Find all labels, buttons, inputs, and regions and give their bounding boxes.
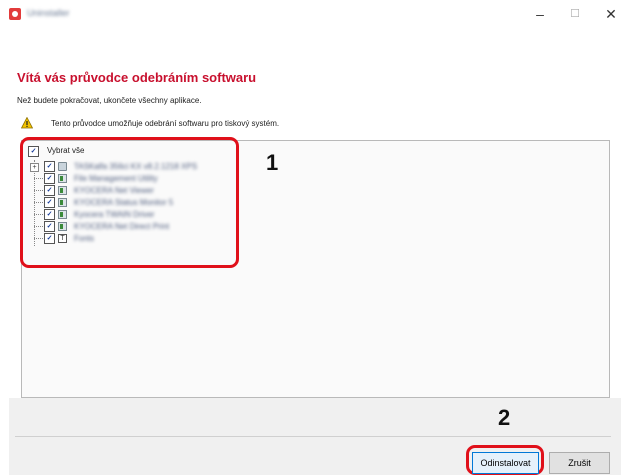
maximize-button[interactable]: ☐	[560, 4, 590, 24]
window-title: Uninstaller	[27, 8, 70, 18]
close-button[interactable]: ✕	[596, 4, 621, 24]
annotation-number-1: 1	[266, 150, 279, 175]
uninstall-button[interactable]: Odinstalovat	[472, 452, 539, 474]
info-text: Tento průvodce umožňuje odebrání softwar…	[51, 119, 280, 128]
footer-divider	[15, 436, 611, 437]
annotation-number-2: 2	[498, 405, 511, 430]
annotation-box-1	[20, 137, 239, 268]
page-title: Vítá vás průvodce odebráním softwaru	[17, 70, 257, 85]
page-subtitle: Než budete pokračovat, ukončete všechny …	[17, 96, 202, 105]
title-bar: Uninstaller – ☐ ✕	[0, 0, 621, 30]
warning-icon	[21, 117, 33, 129]
cancel-button[interactable]: Zrušit	[549, 452, 610, 474]
app-icon	[9, 8, 21, 20]
minimize-button[interactable]: –	[525, 4, 555, 24]
